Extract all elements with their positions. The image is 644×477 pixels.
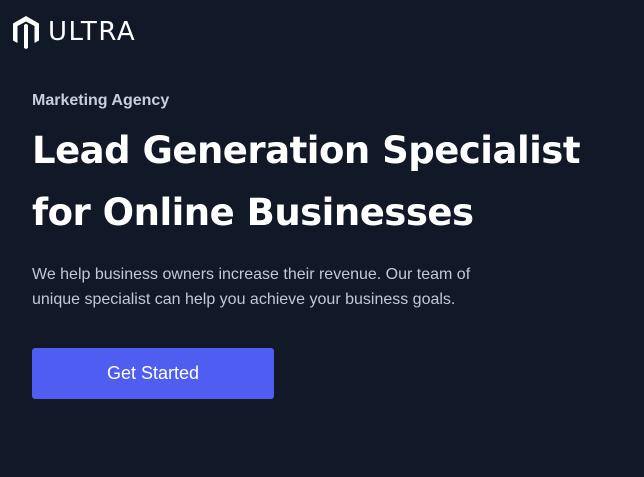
hero-headline-line-2: for Online Businesses — [32, 191, 474, 234]
hero-eyebrow: Marketing Agency — [32, 92, 170, 109]
hero-description: We help business owners increase their r… — [32, 266, 471, 308]
landing-page: ULTRA Marketing Agency Lead Generation S… — [0, 0, 644, 477]
hero-headline-line-1: Lead Generation Specialist — [32, 129, 581, 172]
logo-center-bar — [24, 23, 28, 49]
hero-headline: Lead Generation Specialist for Online Bu… — [32, 120, 632, 244]
hero-section: Marketing Agency Lead Generation Special… — [32, 88, 632, 312]
brand-name: ULTRA — [48, 17, 137, 47]
get-started-button[interactable]: Get Started — [32, 348, 274, 399]
magento-logo-icon — [13, 16, 39, 49]
brand-logo-link[interactable]: ULTRA — [12, 15, 136, 49]
